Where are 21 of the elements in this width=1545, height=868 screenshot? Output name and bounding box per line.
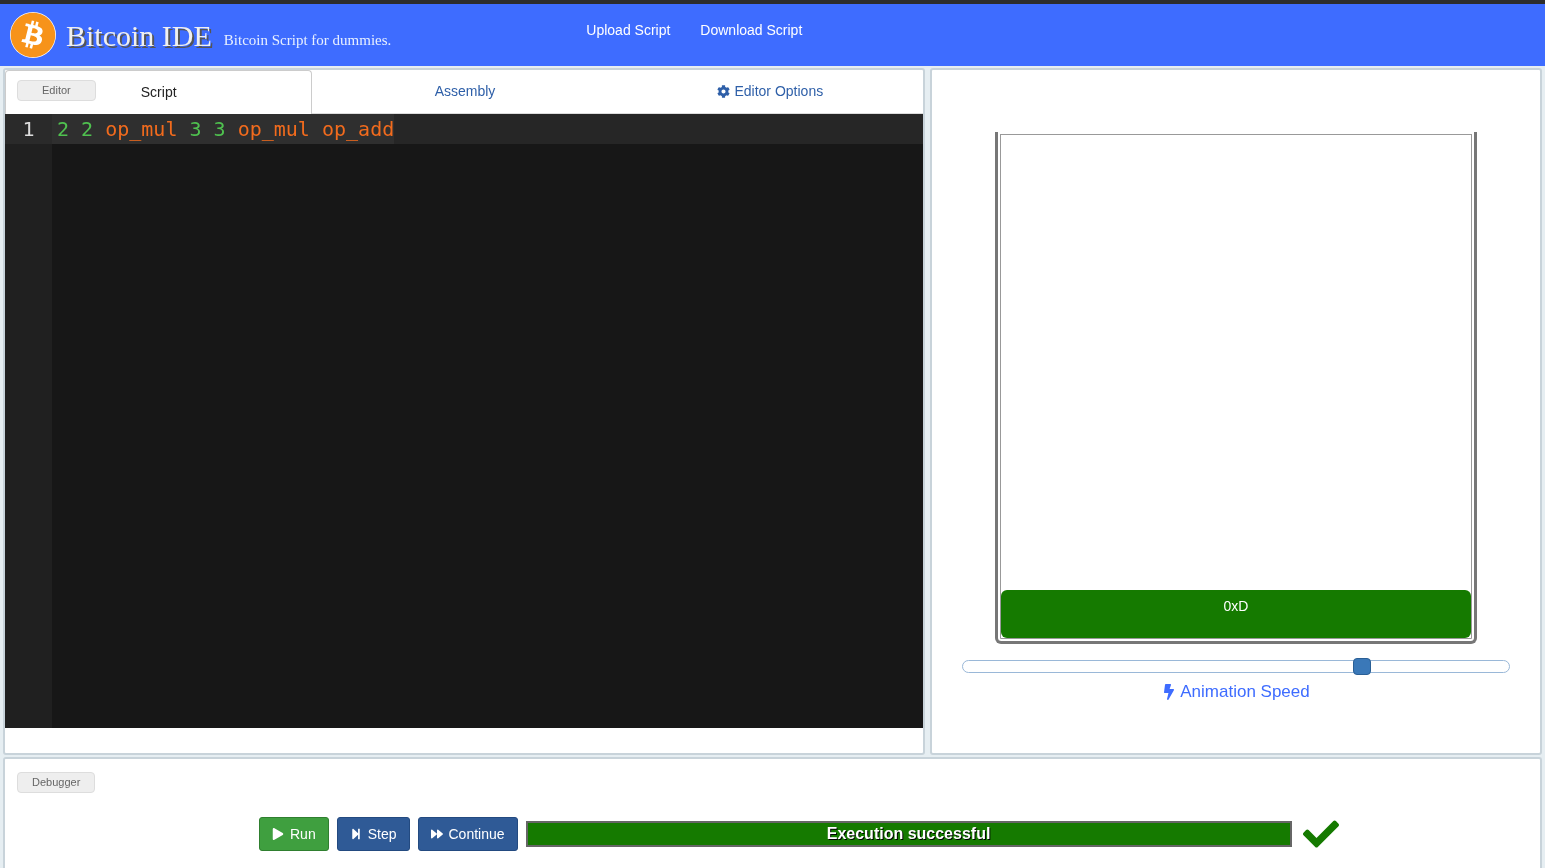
code-editor[interactable]: 1 2 2 op_mul 3 3 op_mul op_add <box>5 114 923 728</box>
bitcoin-logo-icon <box>10 12 56 58</box>
settings-icon <box>717 85 731 98</box>
play-icon <box>272 828 284 840</box>
header-link[interactable]: Download Script <box>700 19 803 41</box>
line-number: 1 <box>5 114 52 144</box>
debugger-button[interactable]: Step <box>336 817 410 851</box>
status-bar: Execution successful <box>525 821 1292 847</box>
lightning-icon <box>1162 683 1177 700</box>
step-icon <box>349 828 362 840</box>
app-tagline: Bitcoin Script for dummies. <box>223 30 392 50</box>
debugger-badge: Debugger <box>17 772 96 793</box>
debugger-button[interactable]: Continue <box>417 817 518 851</box>
app-title: Bitcoin IDE <box>66 17 212 54</box>
slider-thumb[interactable] <box>1352 658 1371 675</box>
debugger-button[interactable]: Run <box>259 817 329 851</box>
stack-item: 0xD <box>1001 590 1471 638</box>
speed-label: Animation Speed <box>1180 681 1310 703</box>
header-link[interactable]: Upload Script <box>586 19 671 41</box>
fast-forward-icon <box>430 828 443 840</box>
editor-badge: Editor <box>17 80 96 101</box>
